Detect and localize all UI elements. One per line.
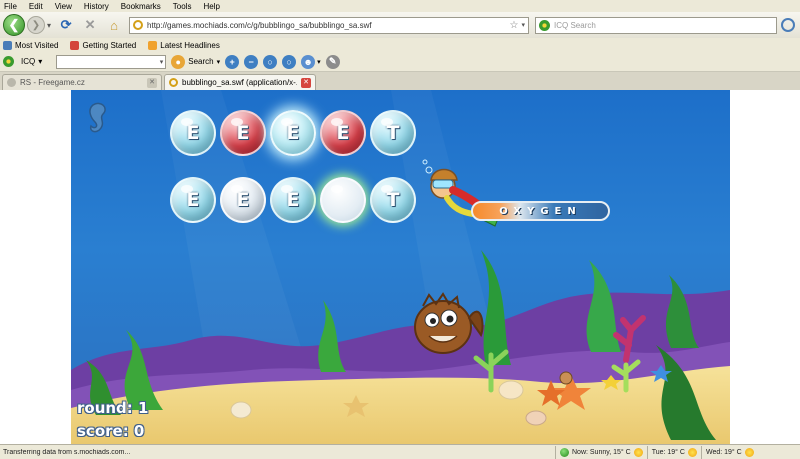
tab-freegame[interactable]: RS - Freegame.cz ✕ — [2, 74, 162, 90]
url-dropdown-icon[interactable]: ▾ — [522, 21, 526, 29]
forward-button[interactable]: ❯ — [27, 16, 45, 34]
letter-bubble[interactable]: E — [320, 110, 366, 156]
icq-search-label[interactable]: Search — [188, 57, 213, 66]
user-dropdown-icon[interactable]: ▾ — [317, 58, 321, 66]
letter-bubble[interactable]: E — [170, 110, 216, 156]
zoom-in-icon[interactable]: + — [225, 54, 240, 69]
bookmarks-toolbar: Most Visited Getting Started Latest Head… — [0, 38, 800, 52]
icq-search-go-icon[interactable]: ● — [171, 54, 186, 69]
weather-label: Now: Sunny, 15° C — [572, 448, 631, 456]
oxygen-meter: OXYGEN — [471, 201, 610, 221]
bookmark-label: Getting Started — [82, 40, 137, 50]
pencil-icon[interactable]: ✎ — [325, 54, 340, 69]
firefox-icon — [70, 40, 80, 50]
magnifier-icon[interactable]: ○ — [263, 54, 278, 69]
weather-wed[interactable]: Wed: 19° C — [700, 445, 758, 459]
rss-feed-icon — [148, 40, 158, 50]
menu-help[interactable]: Help — [203, 2, 219, 11]
site-favicon-icon — [133, 20, 144, 30]
menu-view[interactable]: View — [55, 2, 72, 11]
icq-search-dropdown-icon[interactable]: ▾ — [160, 58, 164, 66]
tab-favicon-icon — [169, 78, 178, 87]
stop-icon[interactable]: ✕ — [81, 16, 99, 34]
history-dropdown-icon[interactable]: ▾ — [47, 21, 51, 30]
bookmark-getting-started[interactable]: Getting Started — [70, 40, 137, 50]
game-canvas[interactable]: E E E E T E E E T OXYGEN round: 1 score:… — [71, 90, 730, 444]
status-online-icon — [560, 447, 569, 457]
guess-bubble[interactable]: E — [270, 177, 316, 223]
score-counter: score: 0 — [77, 422, 145, 440]
status-text: Transferring data from s.mochiads.com... — [3, 448, 131, 456]
weather-label: Tue: 19° C — [651, 448, 685, 456]
menu-history[interactable]: History — [84, 2, 109, 11]
bookmark-star-icon[interactable]: ☆ — [510, 20, 519, 31]
menu-bar: File Edit View History Bookmarks Tools H… — [0, 0, 800, 12]
bookmark-label: Most Visited — [15, 40, 59, 50]
menu-bookmarks[interactable]: Bookmarks — [121, 2, 161, 11]
icq-menu-button[interactable]: ICQ ▾ — [3, 56, 42, 67]
tab-close-icon[interactable]: ✕ — [301, 77, 311, 88]
bookmark-most-visited[interactable]: Most Visited — [3, 40, 59, 50]
icq-search-menu-icon[interactable]: ▾ — [217, 58, 221, 66]
oxygen-label: OXYGEN — [499, 205, 582, 217]
tab-title: bubblingo_sa.swf (application/x-... — [182, 78, 297, 87]
letter-bubble[interactable]: E — [220, 110, 266, 156]
tab-title: RS - Freegame.cz — [20, 78, 85, 87]
menu-file[interactable]: File — [4, 2, 17, 11]
back-button[interactable]: ❮ — [3, 14, 25, 36]
menu-tools[interactable]: Tools — [173, 2, 192, 11]
bubble-letter: E — [336, 122, 350, 144]
user-icon[interactable]: ☻ — [301, 54, 316, 69]
magnifier-alt-icon[interactable]: ○ — [282, 54, 297, 69]
home-icon[interactable]: ⌂ — [105, 16, 123, 34]
icq-toolbar: ICQ ▾ ▾ ● Search ▾ + − ○ ○ ☻ ▾ ✎ — [0, 52, 800, 72]
status-bar: Transferring data from s.mochiads.com...… — [0, 444, 800, 459]
icq-dropdown-icon: ▾ — [38, 57, 43, 66]
guess-bubble-empty[interactable] — [320, 177, 366, 223]
guess-bubble[interactable]: T — [370, 177, 416, 223]
tab-bar: RS - Freegame.cz ✕ bubblingo_sa.swf (app… — [0, 72, 800, 90]
icq-flower-icon — [3, 56, 14, 67]
guess-bubble[interactable]: E — [220, 177, 266, 223]
weather-label: Wed: 19° C — [705, 448, 742, 456]
icq-brand: ICQ — [21, 57, 36, 66]
zoom-out-icon[interactable]: − — [244, 54, 259, 69]
bubble-letter: E — [186, 189, 200, 211]
weather-now[interactable]: Now: Sunny, 15° C — [555, 445, 647, 459]
search-field[interactable]: ICQ Search — [535, 16, 778, 34]
tab-close-icon[interactable]: ✕ — [147, 77, 157, 88]
bookmark-label: Latest Headlines — [160, 40, 220, 50]
bookmark-folder-icon — [3, 40, 12, 50]
guess-bubble[interactable]: E — [170, 177, 216, 223]
bubble-letter: E — [186, 122, 200, 144]
icq-search-input[interactable]: ▾ — [56, 54, 167, 69]
sun-icon — [687, 447, 697, 457]
bubble-letter: E — [286, 122, 300, 144]
bubble-letter: T — [386, 122, 400, 144]
bubble-letter: E — [236, 189, 250, 211]
letter-bubble[interactable]: T — [370, 110, 416, 156]
tab-bubblingo[interactable]: bubblingo_sa.swf (application/x-... ✕ — [164, 74, 316, 90]
sun-icon — [744, 447, 754, 457]
reload-icon[interactable]: ⟳ — [57, 16, 75, 34]
round-counter: round: 1 — [77, 399, 149, 417]
tab-favicon-icon — [7, 78, 16, 87]
bubble-letter: E — [286, 189, 300, 211]
bookmark-latest-headlines[interactable]: Latest Headlines — [148, 40, 220, 50]
weather-tue[interactable]: Tue: 19° C — [646, 445, 701, 459]
url-text[interactable]: http://games.mochiads.com/c/g/bubblingo_… — [147, 21, 510, 30]
bubble-letter: E — [236, 122, 250, 144]
bubble-letter: T — [386, 189, 400, 211]
letter-bubble[interactable]: E — [270, 110, 316, 156]
navigation-toolbar: ❮ ❯ ▾ ⟳ ✕ ⌂ http://games.mochiads.com/c/… — [0, 12, 800, 38]
menu-edit[interactable]: Edit — [29, 2, 43, 11]
icq-flower-icon — [539, 19, 551, 31]
search-placeholder: ICQ Search — [554, 20, 596, 30]
sun-icon — [633, 447, 643, 457]
address-bar[interactable]: http://games.mochiads.com/c/g/bubblingo_… — [129, 16, 530, 34]
search-icon[interactable] — [781, 18, 796, 32]
